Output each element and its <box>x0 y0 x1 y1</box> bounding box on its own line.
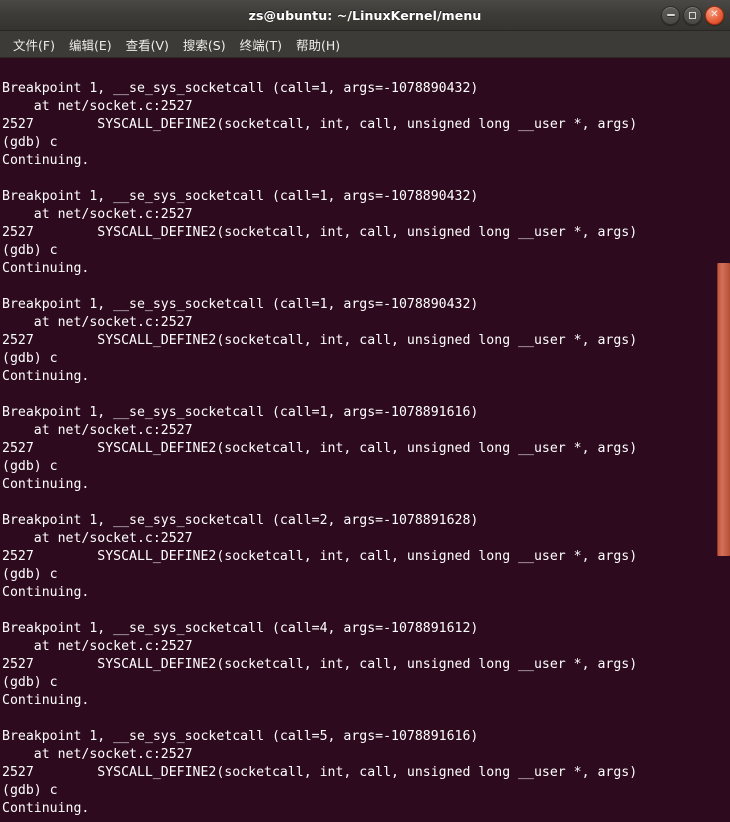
terminal-line: 2527 SYSCALL_DEFINE2(socketcall, int, ca… <box>2 765 638 780</box>
terminal-line: at net/socket.c:2527 <box>2 207 193 222</box>
minimize-button[interactable] <box>661 5 680 25</box>
terminal-line: Breakpoint 1, __se_sys_socketcall (call=… <box>2 189 479 204</box>
terminal-line: 2527 SYSCALL_DEFINE2(socketcall, int, ca… <box>2 225 638 240</box>
menu-terminal[interactable]: 终端(T) <box>233 32 289 57</box>
terminal-line: (gdb) c <box>2 243 58 258</box>
terminal-line: (gdb) c <box>2 135 58 150</box>
menu-search[interactable]: 搜索(S) <box>176 32 233 57</box>
menu-help[interactable]: 帮助(H) <box>289 32 347 57</box>
terminal-line: 2527 SYSCALL_DEFINE2(socketcall, int, ca… <box>2 657 638 672</box>
window-title: zs@ubuntu: ~/LinuxKernel/menu <box>248 7 482 23</box>
window-controls: ✕ <box>661 0 724 30</box>
menu-bar: 文件(F) 编辑(E) 查看(V) 搜索(S) 终端(T) 帮助(H) <box>0 31 730 58</box>
terminal-line: Breakpoint 1, __se_sys_socketcall (call=… <box>2 513 479 528</box>
menu-edit[interactable]: 编辑(E) <box>62 32 119 57</box>
menu-view[interactable]: 查看(V) <box>119 32 176 57</box>
terminal-line: Continuing. <box>2 585 90 600</box>
close-button[interactable]: ✕ <box>705 5 724 25</box>
terminal-line: 2527 SYSCALL_DEFINE2(socketcall, int, ca… <box>2 549 638 564</box>
terminal-window: zs@ubuntu: ~/LinuxKernel/menu ✕ 文件(F) 编辑… <box>0 0 730 822</box>
menu-file[interactable]: 文件(F) <box>6 32 62 57</box>
terminal-line: at net/socket.c:2527 <box>2 423 193 438</box>
terminal-line: (gdb) c <box>2 567 58 582</box>
terminal-line: 2527 SYSCALL_DEFINE2(socketcall, int, ca… <box>2 117 638 132</box>
close-icon: ✕ <box>710 9 719 20</box>
terminal-line: Continuing. <box>2 801 90 816</box>
terminal-line: 2527 SYSCALL_DEFINE2(socketcall, int, ca… <box>2 441 638 456</box>
terminal-line: Breakpoint 1, __se_sys_socketcall (call=… <box>2 297 479 312</box>
terminal-line: Continuing. <box>2 477 90 492</box>
title-bar[interactable]: zs@ubuntu: ~/LinuxKernel/menu ✕ <box>0 0 730 31</box>
terminal-line: Breakpoint 1, __se_sys_socketcall (call=… <box>2 729 479 744</box>
terminal-line: at net/socket.c:2527 <box>2 531 193 546</box>
scrollbar-thumb[interactable] <box>717 263 730 556</box>
terminal-scrollbar[interactable] <box>716 58 730 822</box>
terminal-line: Continuing. <box>2 261 90 276</box>
terminal-line: (gdb) c <box>2 459 58 474</box>
terminal-line: Breakpoint 1, __se_sys_socketcall (call=… <box>2 405 479 420</box>
maximize-icon <box>689 11 696 19</box>
terminal-line: at net/socket.c:2527 <box>2 315 193 330</box>
terminal-line: Continuing. <box>2 153 90 168</box>
terminal-line: Breakpoint 1, __se_sys_socketcall (call=… <box>2 621 479 636</box>
terminal-text: Breakpoint 1, __se_sys_socketcall (call=… <box>2 62 730 818</box>
minimize-icon <box>666 14 675 16</box>
terminal-output-area[interactable]: Breakpoint 1, __se_sys_socketcall (call=… <box>0 58 730 822</box>
terminal-line: Continuing. <box>2 369 90 384</box>
terminal-line: at net/socket.c:2527 <box>2 99 193 114</box>
terminal-line: (gdb) c <box>2 783 58 798</box>
terminal-line: (gdb) c <box>2 675 58 690</box>
terminal-line: Continuing. <box>2 693 90 708</box>
terminal-line: 2527 SYSCALL_DEFINE2(socketcall, int, ca… <box>2 333 638 348</box>
terminal-line: at net/socket.c:2527 <box>2 639 193 654</box>
maximize-button[interactable] <box>683 5 702 25</box>
terminal-line: Breakpoint 1, __se_sys_socketcall (call=… <box>2 81 479 96</box>
terminal-line: (gdb) c <box>2 351 58 366</box>
terminal-line: at net/socket.c:2527 <box>2 747 193 762</box>
